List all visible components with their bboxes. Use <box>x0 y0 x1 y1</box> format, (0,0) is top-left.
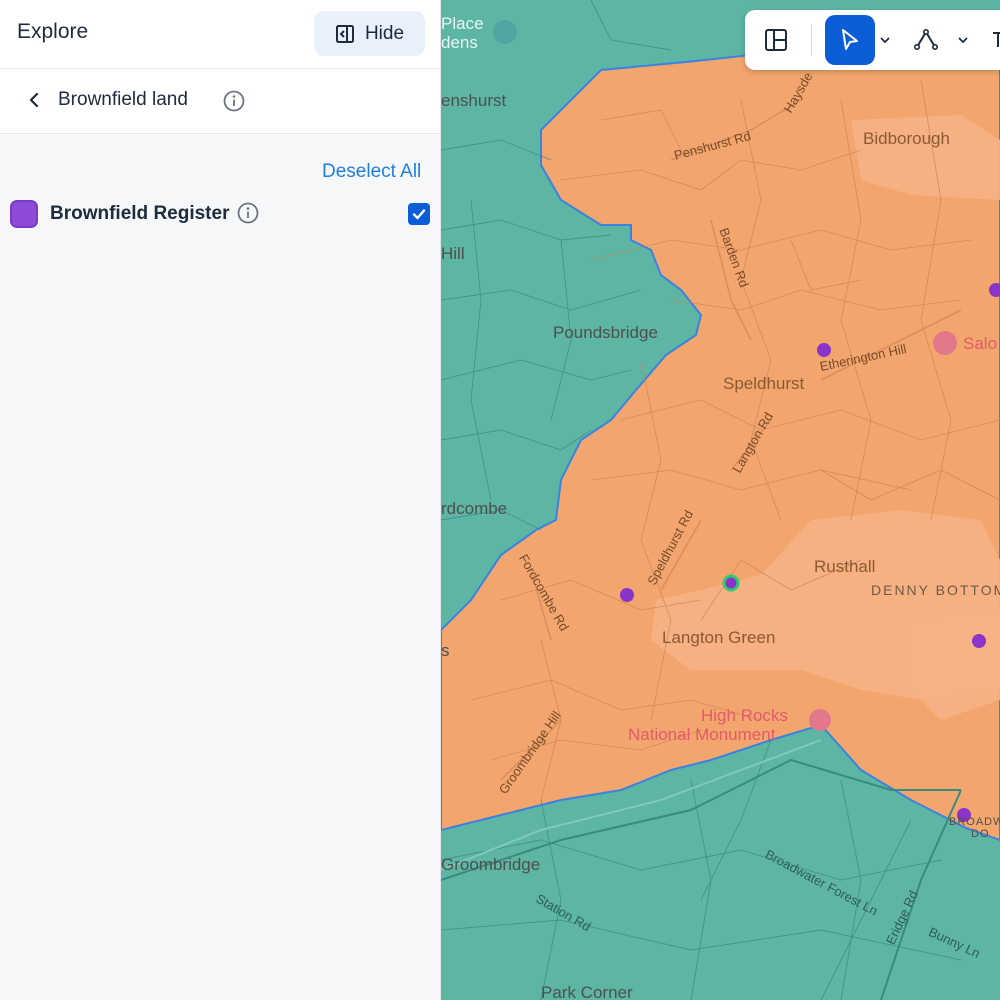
map-label-langton-green: Langton Green <box>662 628 776 647</box>
sidebar-header: Explore Hide <box>0 0 440 69</box>
draw-tool-button[interactable] <box>909 24 943 56</box>
map-label-hill: Hill <box>441 244 465 263</box>
poi-icon[interactable] <box>933 331 957 355</box>
brownfield-marker-selected[interactable] <box>722 574 740 592</box>
layout-icon <box>765 29 787 51</box>
cursor-icon <box>842 29 858 50</box>
map-label-denny-bottom: DENNY BOTTOM <box>871 582 1000 598</box>
map-label-penshurst: enshurst <box>441 91 507 110</box>
map-label-rusthall: Rusthall <box>814 557 876 576</box>
map-label-fordcombe: rdcombe <box>441 499 508 518</box>
draw-tool-dropdown[interactable] <box>955 30 971 50</box>
polygon-draw-icon <box>913 28 938 50</box>
layer-color-swatch <box>10 200 38 228</box>
hide-button-label: Hide <box>364 22 405 44</box>
map-canvas[interactable]: Place dens enshurst Hill Poundsbridge rd… <box>441 0 1000 1000</box>
toolbar-separator <box>811 24 812 56</box>
layer-checkbox[interactable] <box>408 203 430 225</box>
sidebar-title: Explore <box>17 20 89 43</box>
map-label-park-corner: Park Corner <box>541 983 633 1000</box>
info-icon[interactable] <box>236 201 260 225</box>
map-toolbar <box>745 10 1000 70</box>
brownfield-marker[interactable] <box>620 588 634 602</box>
text-tool-button[interactable] <box>989 24 1000 56</box>
breadcrumb: Brownfield land <box>0 69 440 134</box>
checkmark-icon <box>412 209 426 220</box>
camera-icon[interactable] <box>493 20 517 44</box>
layout-tool-button[interactable] <box>759 24 793 56</box>
info-icon[interactable] <box>222 89 246 113</box>
panel-collapse-icon <box>335 24 354 43</box>
brownfield-marker[interactable] <box>972 634 986 648</box>
deselect-all-link[interactable]: Deselect All <box>322 161 421 183</box>
map-label-place-gardens: Place dens <box>441 14 484 52</box>
map-label-high-rocks: High Rocks <box>701 706 788 725</box>
map-label-salo: Salo <box>963 334 998 353</box>
chevron-down-icon <box>880 37 890 44</box>
map-label-national-monument: National Monument <box>628 725 776 744</box>
layer-row-brownfield-register[interactable]: Brownfield Register <box>10 198 432 230</box>
map-label-bidborough: Bidborough <box>863 129 950 148</box>
map-label-speldhurst: Speldhurst <box>723 374 805 393</box>
select-tool-dropdown[interactable] <box>877 30 893 50</box>
chevron-down-icon <box>958 37 968 44</box>
map-label-s: s <box>441 641 450 660</box>
map-label-groombridge: Groombridge <box>441 855 541 874</box>
map-label-broadwater-2: DO <box>971 828 990 840</box>
brownfield-marker[interactable] <box>817 343 831 357</box>
chevron-left-icon[interactable] <box>26 91 44 109</box>
map-label-broadwater: BROADW <box>949 816 1000 828</box>
select-tool-button[interactable] <box>825 15 875 65</box>
hide-button[interactable]: Hide <box>314 11 425 56</box>
poi-icon[interactable] <box>809 709 831 731</box>
map-label-poundsbridge: Poundsbridge <box>553 323 658 342</box>
explore-sidebar: Explore Hide Brownfield land Deselect Al… <box>0 0 441 1000</box>
text-icon <box>993 32 1000 47</box>
layer-label: Brownfield Register <box>50 203 230 224</box>
breadcrumb-title: Brownfield land <box>58 89 188 110</box>
